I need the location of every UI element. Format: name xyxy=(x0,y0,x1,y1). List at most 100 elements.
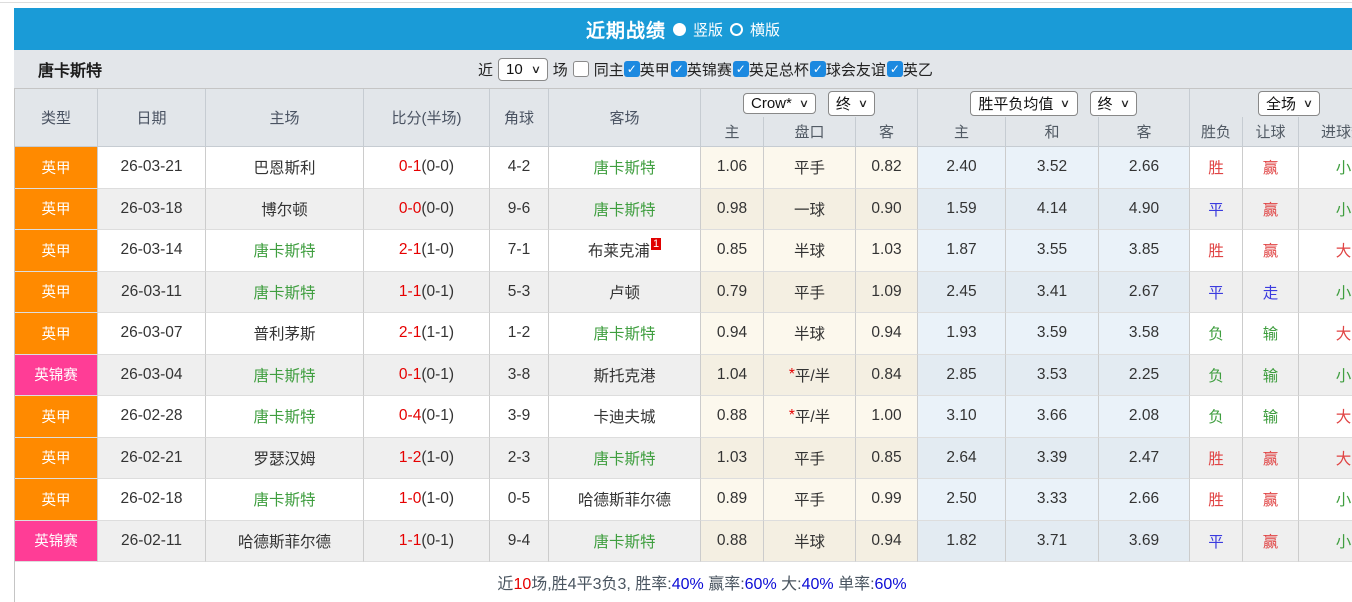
avg-away: 3.69 xyxy=(1099,520,1190,562)
league-checkbox[interactable]: ✓ xyxy=(623,61,640,77)
league-checkbox-label[interactable]: 英甲 xyxy=(640,59,670,80)
horizontal-layout-label[interactable]: 横版 xyxy=(750,19,780,40)
odds-line: * 平/半 xyxy=(764,396,856,438)
corner-score: 4-2 xyxy=(490,147,549,189)
match-date: 26-03-18 xyxy=(98,188,206,230)
avg-home: 2.64 xyxy=(918,437,1006,479)
odds-line: 平手 xyxy=(764,437,856,479)
average-odds-dropdown[interactable]: 胜平负均值 ∨ xyxy=(970,90,1078,116)
table-row: 英甲 26-02-18 唐卡斯特 1-0 (1-0) 0-5 哈德斯菲尔德 0.89 平手 0.9… xyxy=(15,479,1352,521)
avg-draw: 3.39 xyxy=(1006,437,1099,479)
away-team: 唐卡斯特 xyxy=(549,147,701,189)
company-zone: Crow* ∨ 终 ∨ xyxy=(701,89,918,117)
odds-away: 0.84 xyxy=(856,354,918,396)
titlebar: 近期战绩 竖版 横版 xyxy=(14,8,1352,50)
league-checkbox-label[interactable]: 英乙 xyxy=(903,59,933,80)
result: 平 xyxy=(1190,271,1243,313)
odds-line: 平手 xyxy=(764,147,856,189)
league-badge: 英锦赛 xyxy=(15,520,98,562)
handicap-result: 输 xyxy=(1243,313,1299,355)
odds-company-dropdown[interactable]: Crow* ∨ xyxy=(743,92,816,114)
summary-segment: 近 xyxy=(497,576,514,593)
same-home-checkbox[interactable] xyxy=(572,61,589,77)
avg-home: 3.10 xyxy=(918,396,1006,438)
summary-segment: 60% xyxy=(744,576,777,593)
col-header-avg-draw: 和 xyxy=(1006,117,1099,147)
goals-result: 小 xyxy=(1299,479,1352,521)
odds-line: 一球 xyxy=(764,188,856,230)
match-date: 26-02-18 xyxy=(98,479,206,521)
odds-final-dropdown[interactable]: 终 ∨ xyxy=(827,90,875,116)
table-row: 英甲 26-03-07 普利茅斯 2-1 (1-1) 1-2 唐卡斯特 0.94 半球 0.94 1… xyxy=(15,313,1352,355)
summary-segment: 10 xyxy=(513,576,532,593)
col-header-type: 类型 xyxy=(15,89,98,147)
avg-away: 3.58 xyxy=(1099,313,1190,355)
match-date: 26-03-04 xyxy=(98,354,206,396)
chevron-down-icon: ∨ xyxy=(857,97,869,110)
league-checkbox-group: ✓ 英甲 ✓ 英锦赛 ✓ 英足总杯 ✓ 球会友谊 ✓ 英乙 xyxy=(623,59,934,80)
col-header-odds-away: 客 xyxy=(856,117,918,147)
league-checkbox-label[interactable]: 英锦赛 xyxy=(687,59,732,80)
odds-away: 1.09 xyxy=(856,271,918,313)
vertical-layout-radio[interactable] xyxy=(672,22,686,36)
results-table: 类型 日期 主场 比分(半场) 角球 客场 Crow* ∨ 终 ∨ 胜平负均值 … xyxy=(14,88,1352,602)
league-checkbox[interactable]: ✓ xyxy=(809,61,826,77)
vertical-layout-label[interactable]: 竖版 xyxy=(693,19,723,40)
match-count-select[interactable]: 10 ∨ xyxy=(498,57,548,81)
col-header-odds-line: 盘口 xyxy=(764,117,856,147)
same-home-label[interactable]: 同主 xyxy=(594,59,624,80)
goals-result: 小 xyxy=(1299,147,1352,189)
summary-segment: 40% xyxy=(671,576,704,593)
result: 胜 xyxy=(1190,479,1243,521)
summary-segment: 单率: xyxy=(833,576,875,593)
table-row: 英甲 26-02-28 唐卡斯特 0-4 (0-1) 3-9 卡迪夫城 0.88 * 平/半 1.0… xyxy=(15,396,1352,438)
league-badge: 英锦赛 xyxy=(15,354,98,396)
avg-draw: 3.33 xyxy=(1006,479,1099,521)
summary-row: 近10场,胜4平3负3, 胜率:40% 赢率:60% 大:40% 单率:60% xyxy=(15,562,1352,602)
goals-result: 小 xyxy=(1299,354,1352,396)
odds-away: 1.00 xyxy=(856,396,918,438)
odds-home: 0.88 xyxy=(701,520,764,562)
avg-away: 2.66 xyxy=(1099,479,1190,521)
handicap-result: 赢 xyxy=(1243,188,1299,230)
home-team: 唐卡斯特 xyxy=(206,479,364,521)
league-checkbox-label[interactable]: 球会友谊 xyxy=(826,59,886,80)
away-team: 哈德斯菲尔德 xyxy=(549,479,701,521)
handicap-result: 赢 xyxy=(1243,230,1299,272)
odds-line: 半球 xyxy=(764,230,856,272)
odds-home: 0.88 xyxy=(701,396,764,438)
corner-score: 3-8 xyxy=(490,354,549,396)
corner-score: 0-5 xyxy=(490,479,549,521)
odds-home: 1.06 xyxy=(701,147,764,189)
corner-score: 1-2 xyxy=(490,313,549,355)
col-header-score: 比分(半场) xyxy=(364,89,490,147)
corner-score: 2-3 xyxy=(490,437,549,479)
col-header-avg-away: 客 xyxy=(1099,117,1190,147)
score-cell: 0-4 (0-1) xyxy=(364,396,490,438)
col-header-handicap: 让球 xyxy=(1243,117,1299,147)
avg-draw: 3.41 xyxy=(1006,271,1099,313)
league-checkbox[interactable]: ✓ xyxy=(670,61,687,77)
result: 负 xyxy=(1190,396,1243,438)
league-checkbox[interactable]: ✓ xyxy=(886,61,903,77)
handicap-result: 赢 xyxy=(1243,520,1299,562)
odds-away: 0.85 xyxy=(856,437,918,479)
league-checkbox[interactable]: ✓ xyxy=(732,61,749,77)
avg-draw: 4.14 xyxy=(1006,188,1099,230)
home-team: 博尔顿 xyxy=(206,188,364,230)
horizontal-layout-radio[interactable] xyxy=(730,22,743,36)
league-badge: 英甲 xyxy=(15,188,98,230)
table-row: 英甲 26-03-14 唐卡斯特 2-1 (1-0) 7-1 布莱克浦 1 0.85 半球 1.03… xyxy=(15,230,1352,272)
avg-away: 2.08 xyxy=(1099,396,1190,438)
result: 平 xyxy=(1190,520,1243,562)
odds-line: 平手 xyxy=(764,271,856,313)
average-final-dropdown[interactable]: 终 ∨ xyxy=(1089,90,1137,116)
home-team: 巴恩斯利 xyxy=(206,147,364,189)
league-badge: 英甲 xyxy=(15,313,98,355)
odds-away: 0.90 xyxy=(856,188,918,230)
filter-row: 唐卡斯特 近 10 ∨ 场 同主 ✓ 英甲 ✓ 英锦赛 ✓ 英足总杯 ✓ 球会友谊 ✓ 英乙 xyxy=(14,50,1352,88)
league-checkbox-label[interactable]: 英足总杯 xyxy=(749,59,809,80)
match-date: 26-02-28 xyxy=(98,396,206,438)
corner-score: 5-3 xyxy=(490,271,549,313)
fulltime-dropdown[interactable]: 全场 ∨ xyxy=(1257,90,1321,116)
